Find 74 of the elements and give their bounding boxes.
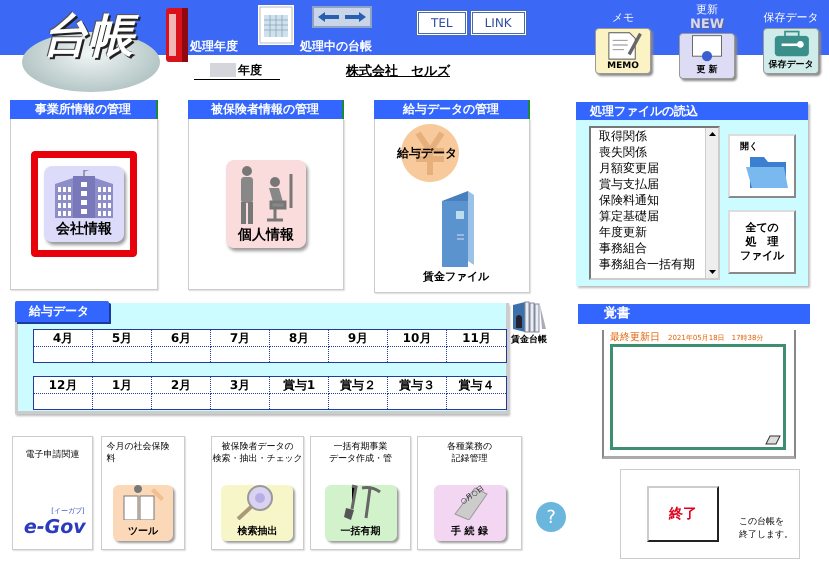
month-header-cell: 5月 <box>93 330 152 347</box>
month-header-cell: 4月 <box>34 330 93 347</box>
save-button[interactable]: 保存データ <box>763 28 819 74</box>
wage-ledger-button[interactable]: 賃金台帳 <box>511 301 547 346</box>
card-caption: 被保険者データの <box>221 441 294 453</box>
year-suffix: 年度 <box>238 62 262 79</box>
month-header-cell: 7月 <box>211 330 270 347</box>
month-header-cell: 9月 <box>329 330 388 347</box>
card-caption: 今月の社会保険 <box>106 441 170 453</box>
open-button[interactable]: 開く <box>728 134 796 198</box>
fiscal-year-label: 処理年度 <box>190 38 238 55</box>
month-header-cell: 賞与1 <box>270 377 329 394</box>
month-header-cell: 8月 <box>270 330 329 347</box>
card-caption: データ作成・管 <box>329 453 392 465</box>
redacted-block <box>210 63 236 77</box>
insurance-tool-button[interactable]: ツール <box>113 485 173 541</box>
current-ledger-label: 処理中の台帳 <box>300 38 372 55</box>
section-title: 被保険者情報の管理 <box>188 100 344 119</box>
eraser-icon <box>765 435 781 445</box>
binder-icon <box>164 6 190 64</box>
month-header-cell: 2月 <box>152 377 211 394</box>
search-extract-button[interactable]: 検索抽出 <box>221 485 294 541</box>
month-header-cell: 12月 <box>34 377 93 394</box>
list-item[interactable]: 保険料通知 <box>599 192 705 208</box>
panel-title: 処理ファイルの読込 <box>576 102 808 120</box>
section-title: 事業所情報の管理 <box>10 100 158 119</box>
card-caption: 各種業務の <box>447 441 492 453</box>
list-item[interactable]: 算定基礎届 <box>599 208 705 224</box>
all-files-button[interactable]: 全ての 処 理 ファイル <box>728 210 796 274</box>
memo-button[interactable]: MEMO <box>595 28 651 74</box>
list-item[interactable]: 喪失関係 <box>599 144 705 160</box>
list-item[interactable]: 事務組合一括有期 <box>599 256 705 272</box>
card-caption: 記録管理 <box>452 453 488 465</box>
list-item[interactable]: 賞与支払届 <box>599 176 705 192</box>
list-item[interactable]: 取得関係 <box>599 128 705 144</box>
up-arrow-icon <box>708 132 716 136</box>
month-header-cell: 賞与３ <box>388 377 447 394</box>
last-updated-label: 最終更新日 <box>610 330 660 344</box>
company-info-button[interactable]: 会社情報 <box>31 151 137 257</box>
month-header-cell: 賞与４ <box>447 377 506 394</box>
panel-title: 覚書 <box>578 304 810 324</box>
swap-button[interactable] <box>312 6 372 28</box>
month-header-cell: 賞与２ <box>329 377 388 394</box>
card-caption: 電子申請関連 <box>26 449 80 461</box>
link-button[interactable]: LINK <box>470 10 527 36</box>
card-caption: 検索・抽出・チェック <box>212 453 302 465</box>
down-arrow-icon <box>708 270 716 274</box>
list-item[interactable]: 月額変更届 <box>599 160 705 176</box>
tool-caption: 更新 <box>696 2 718 17</box>
update-button[interactable]: 更 新 <box>679 33 735 79</box>
books-icon <box>511 301 547 333</box>
month-header-cell: 10月 <box>388 330 447 347</box>
exit-button[interactable]: 終了 <box>647 486 719 542</box>
month-header-cell: 3月 <box>211 377 270 394</box>
exit-note: 終了します。 <box>739 529 793 542</box>
double-arrow-icon <box>316 11 368 23</box>
list-item[interactable]: 年度更新 <box>599 224 705 240</box>
bulk-period-button[interactable]: 一括有期 <box>324 485 397 541</box>
link-button[interactable]: TEL <box>416 10 468 36</box>
tool-caption: 保存データ <box>764 10 818 26</box>
month-header-cell: 1月 <box>93 377 152 394</box>
month-header-cell: 11月 <box>447 330 506 347</box>
scrollbar[interactable] <box>705 128 718 278</box>
new-label: NEW <box>690 17 724 32</box>
tool-caption: メモ <box>612 10 634 26</box>
memo-field[interactable] <box>610 344 786 450</box>
section-title: 給与データの管理 <box>374 100 530 119</box>
list-item[interactable]: 事務組合 <box>599 240 705 256</box>
card-caption: 一括有期事業 <box>334 441 388 453</box>
exit-note: この台帳を <box>739 516 784 529</box>
card-caption: 料 <box>106 453 116 465</box>
month-header-cell: 6月 <box>152 330 211 347</box>
calendar-icon <box>258 5 294 45</box>
company-name: 株式会社 セルズ <box>346 63 450 80</box>
